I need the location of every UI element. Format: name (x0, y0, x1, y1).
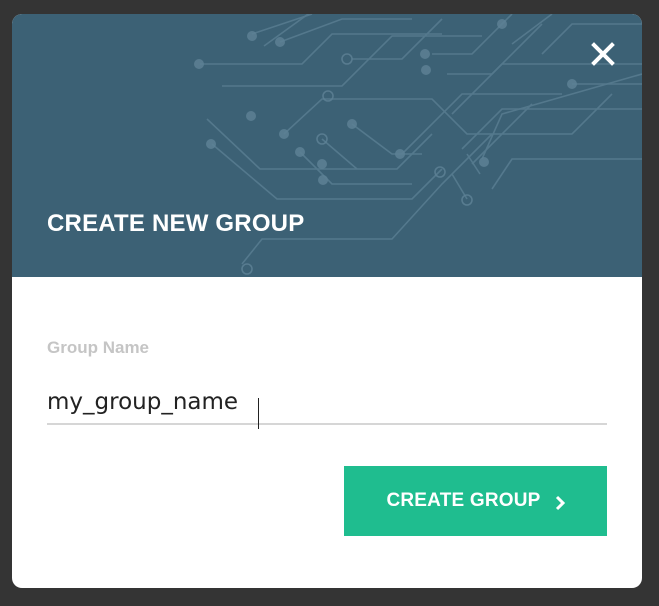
create-group-button-label: CREATE GROUP (386, 490, 541, 511)
close-button[interactable] (587, 38, 619, 70)
text-cursor (258, 398, 259, 429)
group-name-input[interactable] (47, 381, 607, 425)
create-group-dialog: CREATE NEW GROUP Group Name CREATE GROUP (12, 14, 642, 588)
dialog-title: CREATE NEW GROUP (47, 210, 305, 237)
chevron-right-icon (555, 495, 565, 511)
create-group-button[interactable]: CREATE GROUP (344, 466, 607, 536)
close-icon (591, 42, 615, 66)
group-name-label: Group Name (47, 338, 150, 357)
dialog-header: CREATE NEW GROUP (12, 14, 642, 277)
